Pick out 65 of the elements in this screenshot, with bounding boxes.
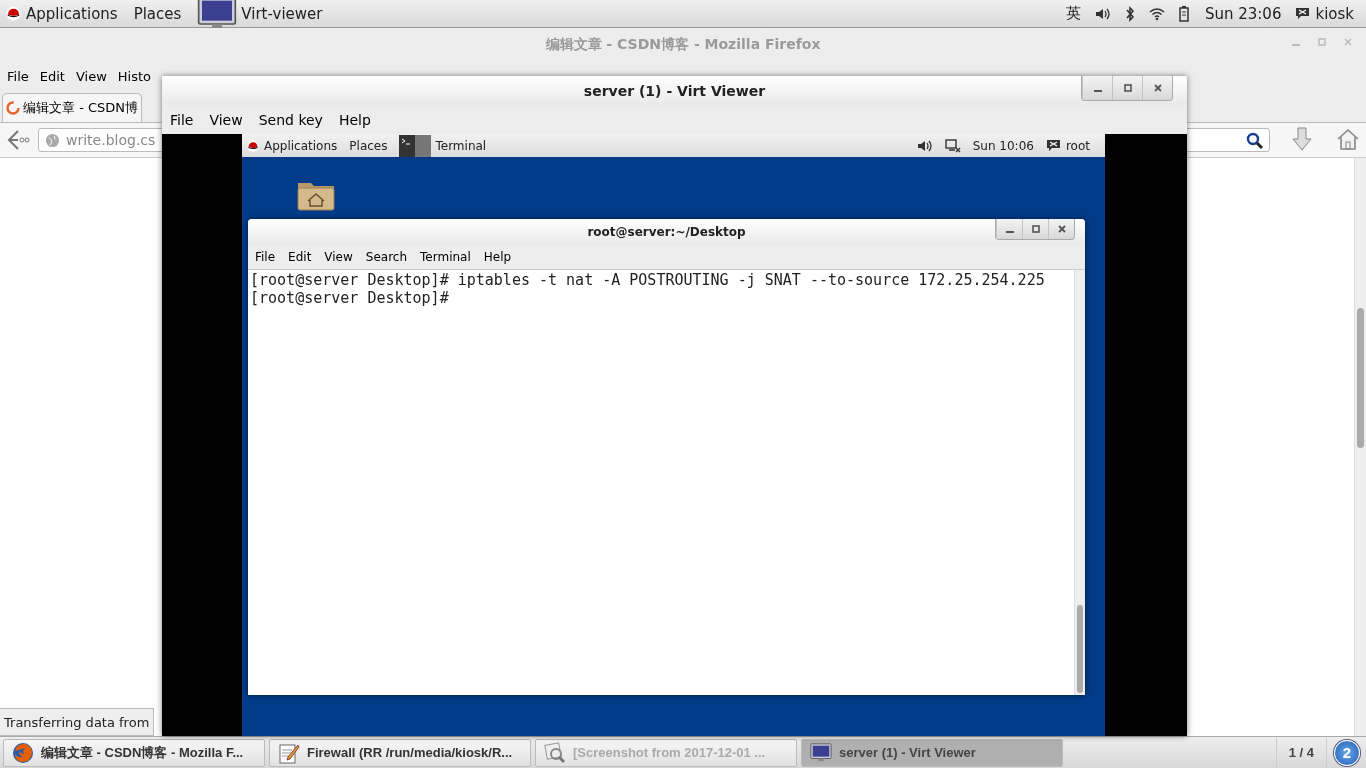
bluetooth-icon: [1124, 5, 1135, 22]
terminal-line: [root@server Desktop]#: [250, 289, 449, 307]
menu-item[interactable]: Help: [338, 111, 371, 128]
magnifier-image-icon: [544, 741, 566, 764]
window-title: 编辑文章 - CSDN博客 - Mozilla Firefox: [545, 36, 821, 54]
network-icon: [944, 138, 961, 153]
menu-item[interactable]: File: [170, 111, 194, 128]
applications-menu[interactable]: Applications: [26, 4, 118, 23]
user-menu[interactable]: root: [1065, 138, 1090, 153]
menu-item[interactable]: Search: [365, 250, 408, 264]
close-icon: [1057, 225, 1066, 233]
clock[interactable]: Sun 23:06: [1204, 4, 1282, 23]
places-menu[interactable]: Places: [133, 4, 182, 23]
window-title: server (1) - Virt Viewer: [583, 82, 766, 99]
active-window-label[interactable]: Virt-viewer: [241, 4, 323, 23]
workspace-switcher[interactable]: 1 / 4: [1275, 737, 1327, 768]
places-menu[interactable]: Places: [349, 138, 388, 153]
active-window-label[interactable]: Terminal: [435, 138, 487, 153]
wifi-icon: [1148, 6, 1165, 21]
taskbar-button[interactable]: server (1) - Virt Viewer: [801, 738, 1063, 767]
globe-icon: [45, 132, 60, 148]
status-text: Transferring data from: [0, 708, 155, 736]
window-title: root@server:~/Desktop: [587, 225, 746, 239]
close-icon: [1153, 84, 1162, 92]
scrollbar[interactable]: [1074, 270, 1085, 695]
maximize-icon: [1031, 225, 1040, 233]
menu-item[interactable]: Help: [483, 250, 512, 264]
menu-item[interactable]: View: [324, 250, 353, 264]
taskbar-button[interactable]: Firewall (RR /run/media/kiosk/R...: [269, 738, 531, 767]
menu-item[interactable]: Histo: [117, 68, 152, 84]
user-menu[interactable]: kiosk: [1315, 4, 1354, 23]
maximize-icon: [1123, 84, 1132, 92]
menu-item[interactable]: Terminal: [420, 250, 471, 264]
firefox-icon: [12, 741, 34, 764]
maximize-icon: [1318, 38, 1326, 46]
notepad-icon: [278, 741, 300, 764]
download-icon: [1292, 126, 1312, 151]
spinner-icon: [6, 101, 20, 115]
back-icon: [6, 129, 30, 151]
home-icon: [1336, 127, 1360, 150]
scrollbar[interactable]: [1354, 158, 1366, 736]
taskbar-button[interactable]: 编辑文章 - CSDN博客 - Mozilla F...: [3, 738, 265, 767]
browser-tab[interactable]: 编辑文章 - CSDN博: [2, 93, 143, 122]
hat-icon: [6, 6, 21, 21]
menu-item[interactable]: View: [75, 68, 107, 84]
user-icon: [1045, 139, 1061, 152]
user-icon: [1295, 7, 1311, 20]
menu-item[interactable]: File: [255, 250, 276, 264]
battery-icon: [1178, 5, 1191, 22]
input-method-indicator[interactable]: 英: [1065, 4, 1081, 23]
menu-item[interactable]: Edit: [39, 68, 65, 84]
close-icon: [1344, 38, 1352, 46]
clock[interactable]: Sun 10:06: [972, 138, 1034, 153]
menu-item[interactable]: File: [7, 68, 29, 84]
terminal-icon: [399, 134, 432, 157]
menu-item[interactable]: Edit: [288, 250, 312, 264]
applications-menu[interactable]: Applications: [264, 138, 338, 153]
search-icon: [1246, 131, 1263, 149]
volume-icon: [916, 138, 933, 153]
menu-item[interactable]: Send key: [258, 111, 323, 128]
terminal-line: [root@server Desktop]# iptables -t nat -A POSTROUTING -j SNAT --to-source 172.25.254.225: [250, 271, 1045, 289]
menu-item[interactable]: View: [209, 111, 243, 128]
hat-icon: [247, 139, 259, 152]
volume-icon: [1094, 6, 1111, 21]
monitor-icon: [810, 741, 832, 764]
